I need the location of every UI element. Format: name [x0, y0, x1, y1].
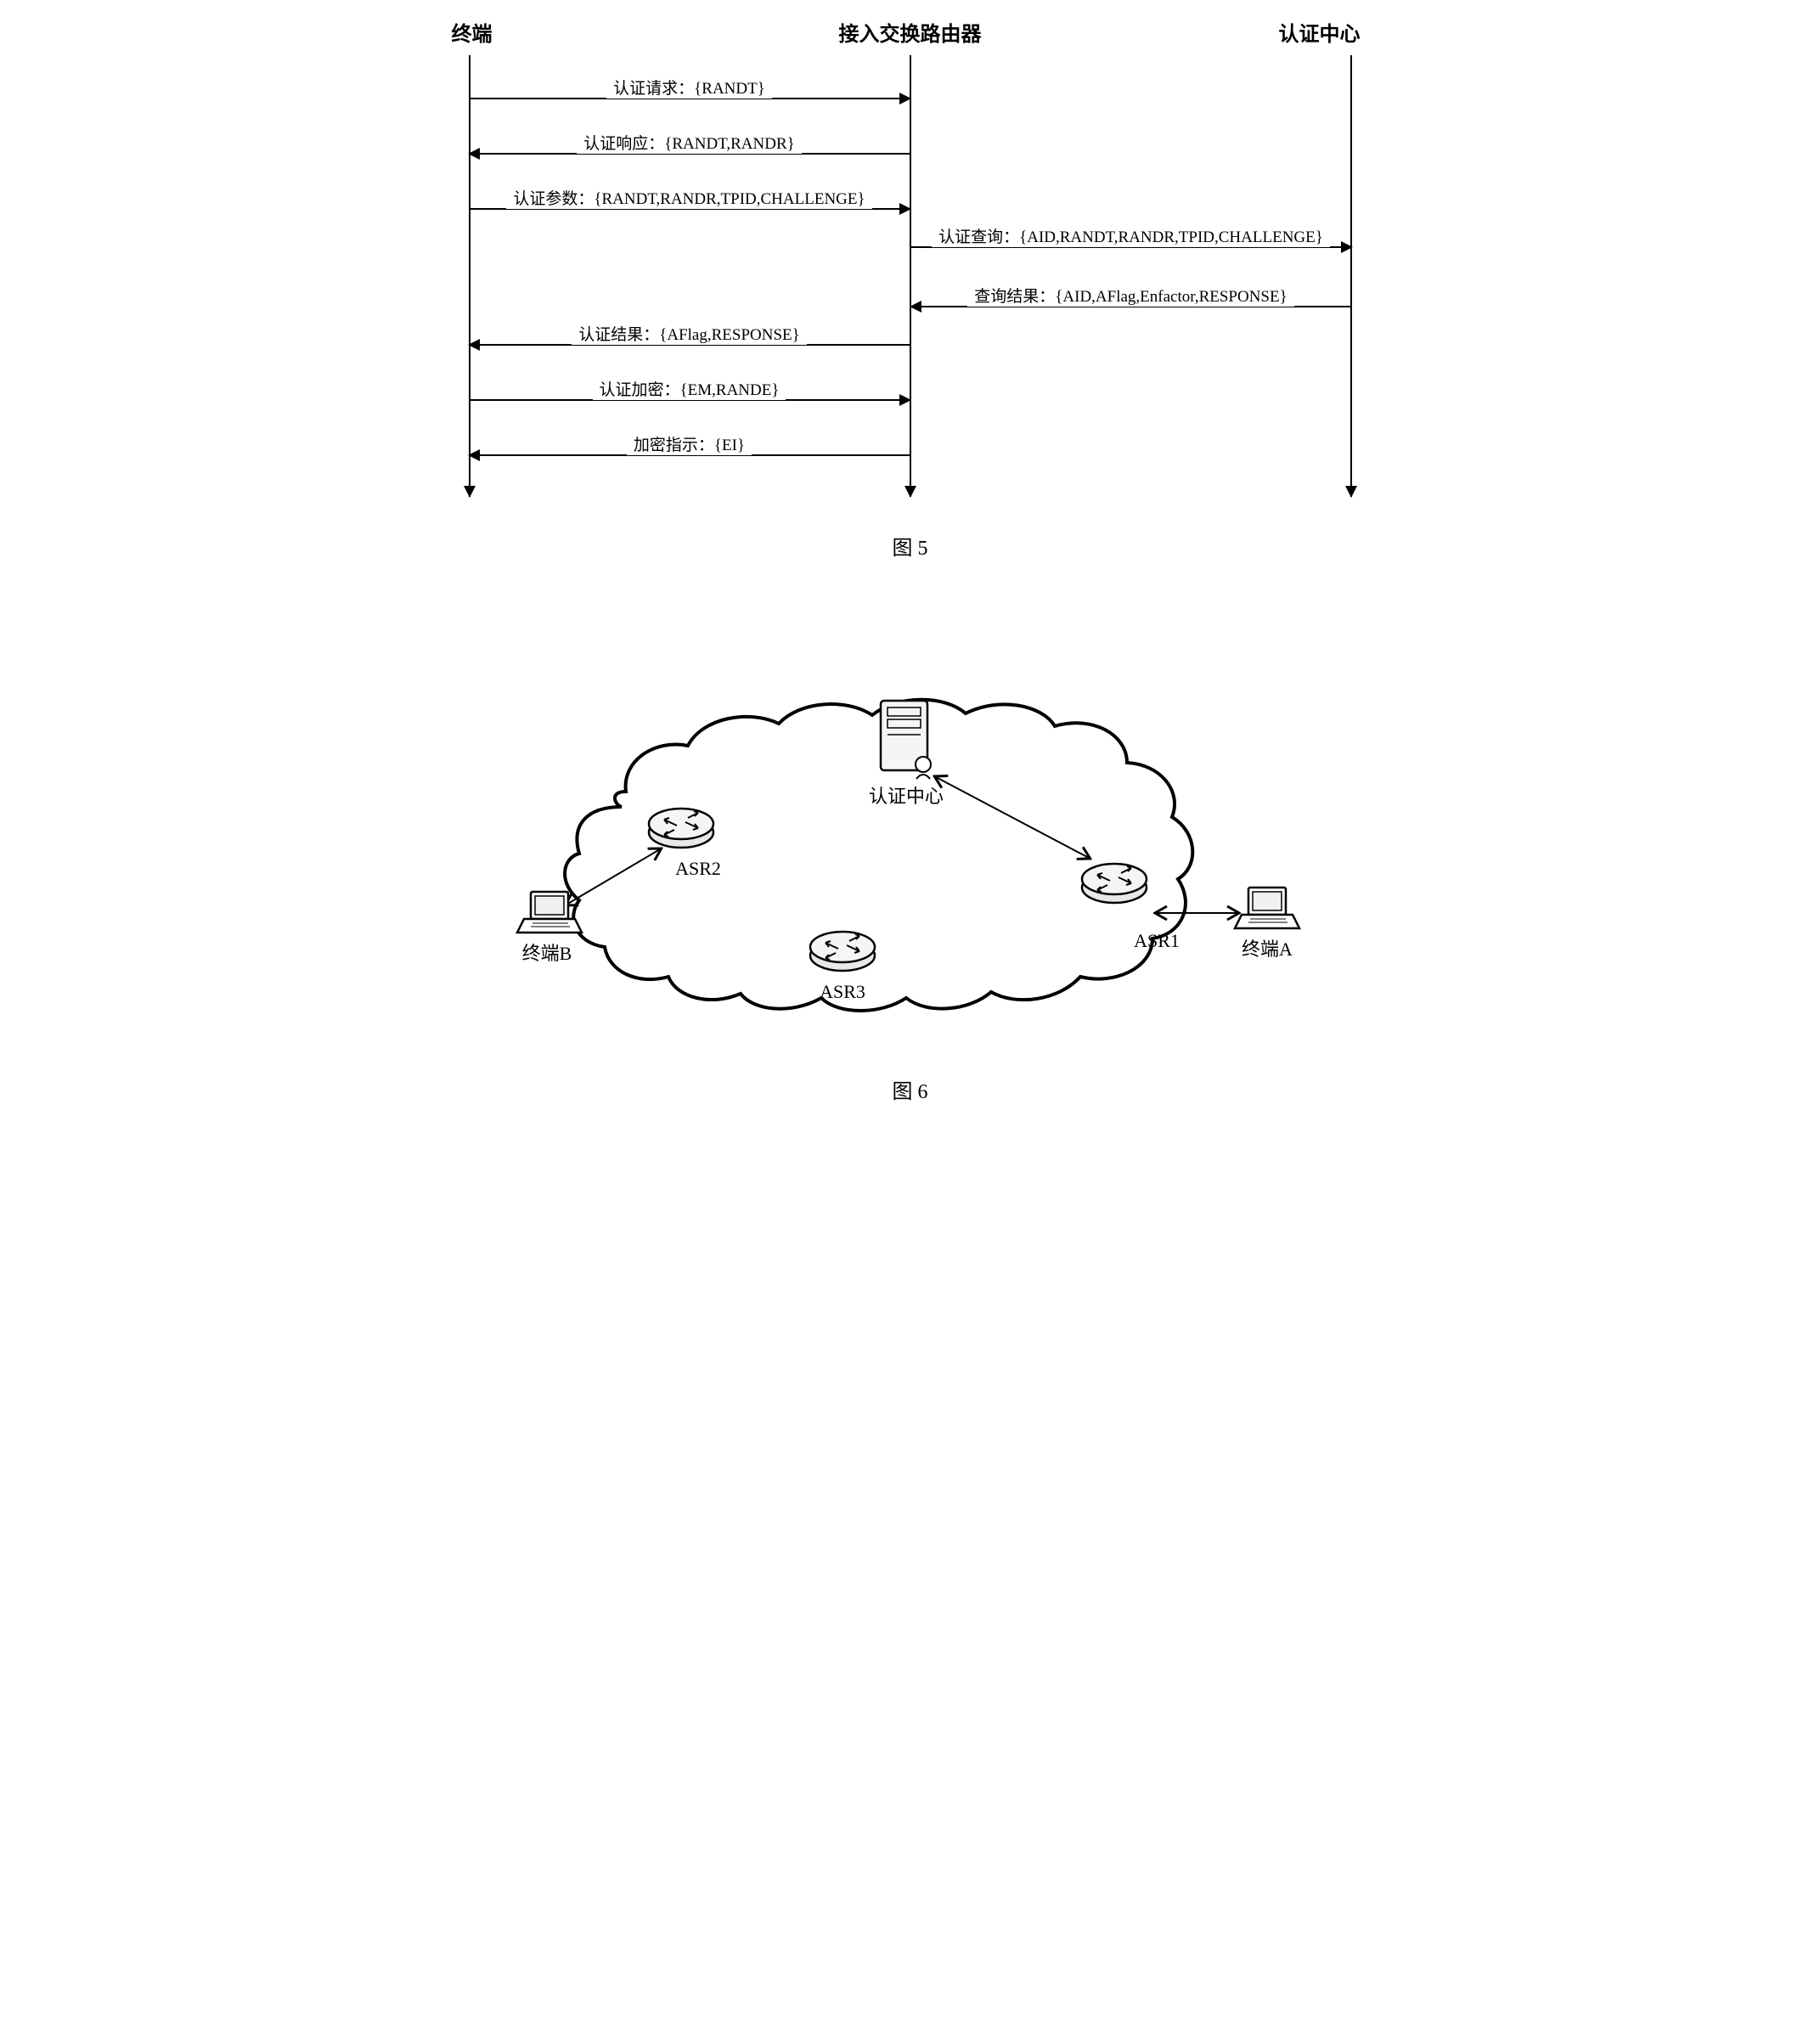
terminalB-icon — [517, 892, 582, 933]
message-label-3: 认证查询：{AID,RANDT,RANDR,TPID,CHALLENGE} — [932, 224, 1330, 247]
actors-row: 终端 接入交换路由器 认证中心 — [443, 17, 1378, 47]
cloud-shape — [565, 700, 1192, 1011]
message-label-0: 认证请求：{RANDT} — [606, 76, 772, 99]
terminalA-label: 终端A — [1242, 938, 1293, 960]
message-arrow-3: 认证查询：{AID,RANDT,RANDR,TPID,CHALLENGE} — [910, 246, 1352, 248]
lifeline-router — [910, 55, 911, 497]
figure6-caption: 图 6 — [17, 1074, 1803, 1104]
lifeline-authcenter — [1350, 55, 1352, 497]
authcenter-label: 认证中心 — [868, 786, 943, 807]
message-label-2: 认证参数：{RANDT,RANDR,TPID,CHALLENGE} — [506, 186, 871, 209]
lifeline-terminal — [469, 55, 470, 497]
message-arrow-6: 认证加密：{EM,RANDE} — [469, 399, 910, 401]
asr3-icon — [810, 932, 875, 971]
actor-authcenter: 认证中心 — [1069, 17, 1378, 47]
lifelines: 认证请求：{RANDT} 认证响应：{RANDT,RANDR} 认证参数：{RAND… — [443, 55, 1378, 497]
actor-terminal: 终端 — [443, 17, 752, 47]
message-arrow-1: 认证响应：{RANDT,RANDR} — [469, 153, 910, 155]
message-label-7: 加密指示：{EI} — [627, 432, 752, 455]
message-label-5: 认证结果：{AFlag,RESPONSE} — [572, 322, 807, 345]
asr3-label: ASR3 — [820, 981, 865, 1002]
message-label-1: 认证响应：{RANDT,RANDR} — [577, 131, 802, 154]
terminalA-icon — [1235, 888, 1299, 928]
message-arrow-4: 查询结果：{AID,AFlag,Enfactor,RESPONSE} — [910, 306, 1352, 307]
message-arrow-7: 加密指示：{EI} — [469, 454, 910, 456]
sequence-diagram: 终端 接入交换路由器 认证中心 认证请求：{RANDT} 认证响应：{RANDT,… — [443, 17, 1378, 497]
asr1-icon — [1082, 864, 1147, 903]
actor-router: 接入交换路由器 — [752, 17, 1069, 47]
authcenter-icon — [881, 701, 931, 779]
message-arrow-2: 认证参数：{RANDT,RANDR,TPID,CHALLENGE} — [469, 208, 910, 210]
figure5-caption: 图 5 — [17, 531, 1803, 561]
link-terminalB-asr2 — [566, 849, 660, 905]
terminalB-label: 终端B — [521, 943, 572, 964]
message-label-6: 认证加密：{EM,RANDE} — [593, 377, 786, 400]
asr1-label: ASR1 — [1134, 930, 1180, 951]
topology-diagram: 认证中心 ASR2 ASR3 — [486, 603, 1335, 1049]
asr2-label: ASR2 — [675, 858, 721, 879]
message-arrow-5: 认证结果：{AFlag,RESPONSE} — [469, 344, 910, 346]
message-arrow-0: 认证请求：{RANDT} — [469, 98, 910, 99]
asr2-icon — [649, 809, 713, 848]
message-label-4: 查询结果：{AID,AFlag,Enfactor,RESPONSE} — [967, 284, 1293, 307]
topology-svg: 认证中心 ASR2 ASR3 — [486, 603, 1335, 1045]
link-authcenter-asr1 — [936, 777, 1089, 858]
